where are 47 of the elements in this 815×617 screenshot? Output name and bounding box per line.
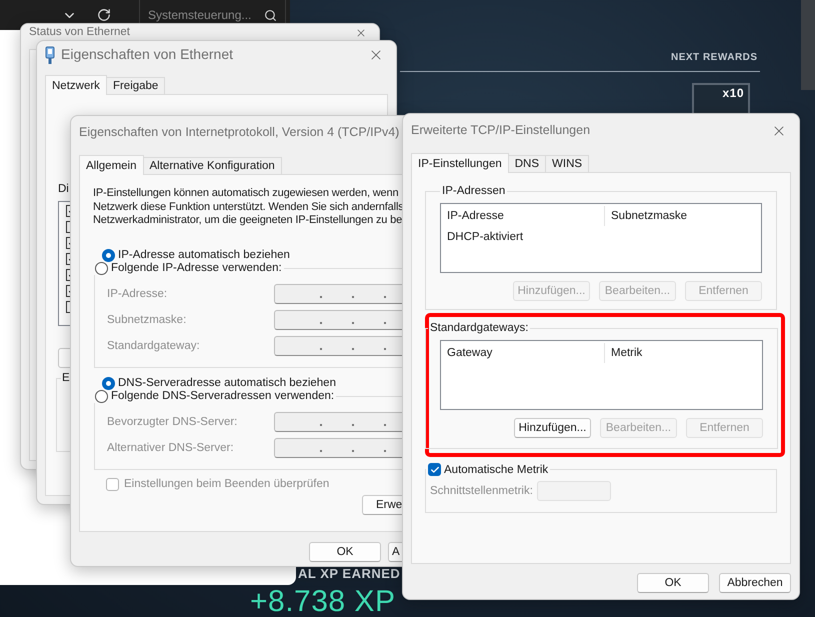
reward-multiplier: x10 [722, 87, 744, 99]
checkbox-option[interactable]: Automatische Metrik [426, 463, 550, 476]
radio-option[interactable]: Folgende DNS-Serveradressen verwenden: [93, 390, 336, 402]
radio-button[interactable] [102, 248, 115, 262]
column-header[interactable]: IP-Adresse [441, 206, 604, 226]
field-label: Schnittstellenmetrik: [430, 485, 533, 497]
xp-label: AL XP EARNED [298, 567, 400, 580]
window-title: Erweiterte TCP/IP-Einstellungen [411, 124, 592, 138]
radio-option[interactable]: Folgende IP-Adresse verwenden: [93, 262, 284, 274]
radio-button[interactable] [95, 390, 108, 402]
search-icon [264, 8, 277, 22]
network-plug-icon [45, 46, 55, 64]
field-label: Bevorzugter DNS-Server: [107, 416, 238, 428]
tab[interactable]: IP-Einstellungen [411, 153, 509, 173]
group-label: E [61, 372, 71, 384]
rewards-heading: NEXT REWARDS [671, 53, 758, 63]
column-header[interactable]: Gateway [441, 343, 604, 363]
tab[interactable]: Allgemein [79, 155, 144, 175]
group-label: IP-Adressen [441, 185, 506, 197]
column-header[interactable]: Metrik [604, 343, 762, 363]
list-label: Di [58, 183, 69, 195]
window-title: Eigenschaften von Internetprotokoll, Version 4 (TCP/IPv4) [79, 126, 400, 140]
scrollbar[interactable] [801, 0, 815, 90]
tab[interactable]: WINS [545, 155, 590, 173]
xp-value: +8.738 XP [250, 587, 396, 617]
dialog-button[interactable]: OK [637, 573, 709, 593]
radio-button[interactable] [95, 262, 108, 274]
field-label: Alternativer DNS-Server: [107, 442, 235, 454]
dialog-button[interactable]: OK [309, 542, 381, 562]
field-label: Standardgateway: [107, 340, 201, 352]
window-title: Status von Ethernet [29, 26, 132, 39]
metric-field[interactable] [536, 481, 611, 501]
group-label: Standardgateways: [429, 322, 530, 334]
dialog-button[interactable]: Abbrechen [719, 573, 791, 593]
intro-text: IP-Einstellungen können automatisch zugewiesen werden, wenn Netzwerk diese Funktion unterstützt. Wenden Sie sich andernfalls Netzwerkadministrator, um die geeigneten IP-Einstellungen zu be [93, 187, 405, 228]
window-title: Eigenschaften von Ethernet [61, 47, 234, 63]
field-label: IP-Adresse: [107, 288, 168, 300]
list-action-button[interactable]: Hinzufügen... [514, 418, 591, 438]
field-label: Subnetzmaske: [107, 314, 188, 326]
column-header[interactable]: Subnetzmaske [604, 206, 761, 226]
checkbox[interactable] [428, 463, 441, 476]
refresh-icon[interactable] [97, 8, 111, 22]
list-item[interactable]: DHCP-aktiviert [441, 228, 761, 246]
tab[interactable]: Freigabe [106, 77, 166, 95]
radio-button[interactable] [102, 376, 115, 390]
tab[interactable]: Netzwerk [45, 75, 107, 95]
tab[interactable]: Alternative Konfiguration [142, 157, 282, 175]
